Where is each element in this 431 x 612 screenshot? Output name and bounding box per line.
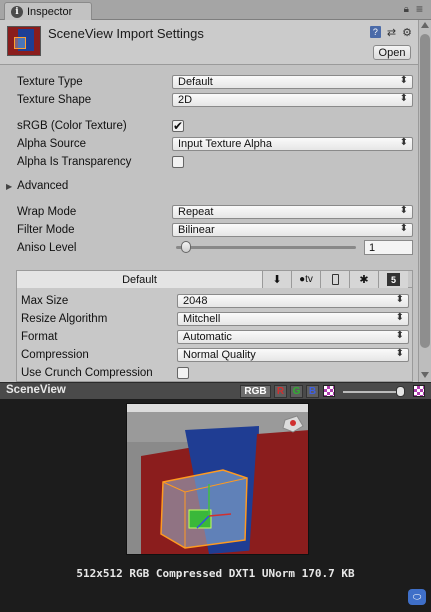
texture-info-text: 512x512 RGB Compressed DXT1 UNorm 170.7 … xyxy=(76,567,355,580)
advanced-label: Advanced xyxy=(17,180,69,192)
format-dropdown[interactable]: Automatic xyxy=(177,330,409,344)
tab-ios[interactable] xyxy=(321,271,350,288)
tab-default[interactable]: Default xyxy=(17,271,263,288)
info-icon: i xyxy=(11,5,23,18)
texture-shape-label: Texture Shape xyxy=(17,94,92,106)
tab-inspector[interactable]: i Inspector xyxy=(4,2,92,20)
crunch-checkbox[interactable] xyxy=(177,367,189,379)
texture-type-label: Texture Type xyxy=(17,76,83,88)
crunch-label: Use Crunch Compression xyxy=(21,367,153,379)
texture-preview-image xyxy=(126,403,309,555)
phone-icon xyxy=(331,274,339,285)
page-title: SceneView Import Settings xyxy=(48,26,204,41)
more-menu-icon[interactable]: ≡ xyxy=(416,2,423,16)
help-icon[interactable]: ? xyxy=(369,26,381,38)
channel-r-button[interactable]: R xyxy=(274,385,287,398)
mip-slider-handle[interactable] xyxy=(396,386,405,397)
asset-header: SceneView Import Settings ? ⇄ ⚙ Open xyxy=(0,20,418,65)
label-tag-icon[interactable]: ⬭ xyxy=(408,589,426,605)
resize-algorithm-dropdown[interactable]: Mitchell xyxy=(177,312,409,326)
aniso-slider-handle[interactable] xyxy=(181,241,191,253)
tab-android[interactable]: ✱ xyxy=(350,271,379,288)
asset-thumbnail xyxy=(7,26,41,56)
texture-shape-dropdown[interactable]: 2D xyxy=(172,93,413,107)
tab-webgl[interactable]: 5 xyxy=(379,271,408,288)
mip-checker-icon[interactable] xyxy=(413,385,425,397)
texture-preview: 512x512 RGB Compressed DXT1 UNorm 170.7 … xyxy=(0,399,431,612)
aniso-level-label: Aniso Level xyxy=(17,242,77,254)
alpha-transparency-checkbox[interactable] xyxy=(172,156,184,168)
tab-standalone[interactable]: ⬇ xyxy=(263,271,292,288)
wrap-mode-dropdown[interactable]: Repeat xyxy=(172,205,413,219)
apple-tv-label: tv xyxy=(305,274,313,285)
alpha-source-label: Alpha Source xyxy=(17,138,87,150)
preview-title: SceneView xyxy=(6,384,66,396)
platform-settings: Default ⬇ ●tv ✱ 5 Max Size 2048 Resize A… xyxy=(16,270,413,382)
srgb-checkbox[interactable]: ✔ xyxy=(172,120,184,132)
advanced-foldout[interactable]: ▶ Advanced xyxy=(6,180,68,192)
format-label: Format xyxy=(21,331,58,343)
open-button[interactable]: Open xyxy=(373,45,411,60)
alpha-transparency-label: Alpha Is Transparency xyxy=(17,156,132,168)
aniso-slider-track[interactable] xyxy=(176,246,356,249)
texture-type-dropdown[interactable]: Default xyxy=(172,75,413,89)
alpha-checker-icon[interactable] xyxy=(323,385,335,397)
scrollbar[interactable] xyxy=(418,20,431,382)
scroll-down-icon[interactable] xyxy=(421,372,429,378)
download-icon: ⬇ xyxy=(272,274,282,286)
filter-mode-dropdown[interactable]: Bilinear xyxy=(172,223,413,237)
alpha-source-dropdown[interactable]: Input Texture Alpha xyxy=(172,137,413,151)
resize-algorithm-label: Resize Algorithm xyxy=(21,313,108,325)
channel-rgb-button[interactable]: RGB xyxy=(240,385,271,398)
channel-b-button[interactable]: B xyxy=(306,385,319,398)
filter-mode-label: Filter Mode xyxy=(17,224,75,236)
preset-icon[interactable]: ⇄ xyxy=(387,26,396,39)
compression-dropdown[interactable]: Normal Quality xyxy=(177,348,409,362)
platform-tabs: Default ⬇ ● tv ✱ 5 xyxy=(17,271,412,288)
max-size-dropdown[interactable]: 2048 xyxy=(177,294,409,308)
compression-label: Compression xyxy=(21,349,89,361)
max-size-label: Max Size xyxy=(21,295,69,307)
scroll-up-icon[interactable] xyxy=(421,22,429,28)
foldout-arrow-icon: ▶ xyxy=(6,181,13,191)
tab-bar: i Inspector 🔒︎ ≡ xyxy=(0,0,431,20)
android-icon: ✱ xyxy=(359,274,369,286)
channel-g-button[interactable]: G xyxy=(290,385,303,398)
tab-label: Inspector xyxy=(27,5,73,18)
wrap-mode-label: Wrap Mode xyxy=(17,206,77,218)
scrollbar-thumb[interactable] xyxy=(420,34,430,348)
html5-icon: 5 xyxy=(387,273,400,286)
tab-appletv[interactable]: ● tv xyxy=(292,271,321,288)
mip-slider-track[interactable] xyxy=(343,391,403,393)
preview-toolbar: SceneView RGB R G B xyxy=(0,382,431,399)
lock-icon[interactable]: 🔒︎ xyxy=(404,4,409,15)
aniso-level-input[interactable]: 1 xyxy=(364,240,413,255)
gear-icon[interactable]: ⚙ xyxy=(402,26,412,39)
srgb-label: sRGB (Color Texture) xyxy=(17,120,127,132)
